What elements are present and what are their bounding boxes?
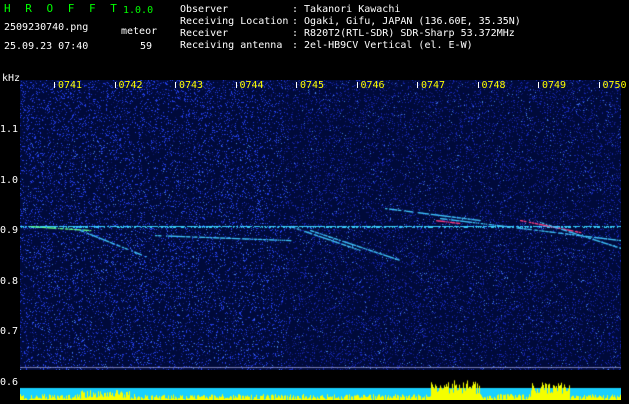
time-tick-label: 0744	[239, 80, 264, 91]
version-label: 1.0.0	[123, 5, 154, 16]
time-tick-label: 0746	[360, 80, 385, 91]
freq-tick-label: 1.1	[0, 124, 19, 135]
meteor-count: 59	[140, 41, 153, 52]
time-tick-label: 0743	[179, 80, 204, 91]
time-tick	[114, 82, 116, 88]
time-tick	[175, 82, 176, 88]
time-tick	[356, 82, 358, 88]
info-label: Observer	[180, 4, 229, 15]
signal-strength-bars	[20, 372, 621, 400]
meteor-label: meteor	[121, 26, 158, 37]
ground-strip	[20, 372, 621, 400]
info-label: Receiving antenna	[180, 40, 283, 51]
time-tick-label: 0747	[421, 80, 446, 91]
info-value: : Takanori Kawachi	[292, 4, 401, 15]
info-label: Receiver	[180, 28, 229, 39]
time-tick	[538, 82, 539, 88]
info-label: Receiving Location	[180, 16, 289, 27]
filename-label: 2509230740.png	[4, 22, 89, 33]
time-tick-label: 0741	[58, 80, 83, 91]
time-tick	[417, 82, 418, 88]
info-value: : Ogaki, Gifu, JAPAN (136.60E, 35.35N)	[292, 16, 521, 27]
time-tick	[477, 82, 479, 88]
app-title: H R O F F T	[4, 2, 121, 15]
freq-tick-label: 1.0	[0, 174, 19, 186]
freq-tick-label: 0.9	[0, 225, 19, 236]
spectrogram	[20, 80, 621, 370]
time-tick	[598, 82, 600, 88]
time-tick	[54, 82, 55, 88]
info-value: : 2el-HB9CV Vertical (el. E-W)	[292, 40, 473, 51]
freq-tick-label: 0.6	[0, 376, 19, 388]
time-tick-label: 0742	[118, 80, 143, 91]
info-value: : R820T2(RTL-SDR) SDR-Sharp 53.372MHz	[292, 28, 515, 39]
time-tick-label: 0749	[542, 80, 567, 91]
time-tick	[296, 82, 297, 88]
spectrogram-canvas	[20, 80, 621, 370]
time-tick-label: 0750	[602, 80, 627, 91]
time-axis: 0741 0742 0743 0744 0745 0746 0747 0748 0749 0750	[0, 80, 629, 92]
time-tick	[235, 82, 237, 88]
datetime-label: 25.09.23 07:40	[4, 41, 89, 52]
freq-tick-label: 0.8	[0, 275, 19, 287]
time-tick-label: 0748	[481, 80, 506, 91]
time-tick-label: 0745	[300, 80, 325, 91]
freq-tick-label: 0.7	[0, 326, 19, 337]
